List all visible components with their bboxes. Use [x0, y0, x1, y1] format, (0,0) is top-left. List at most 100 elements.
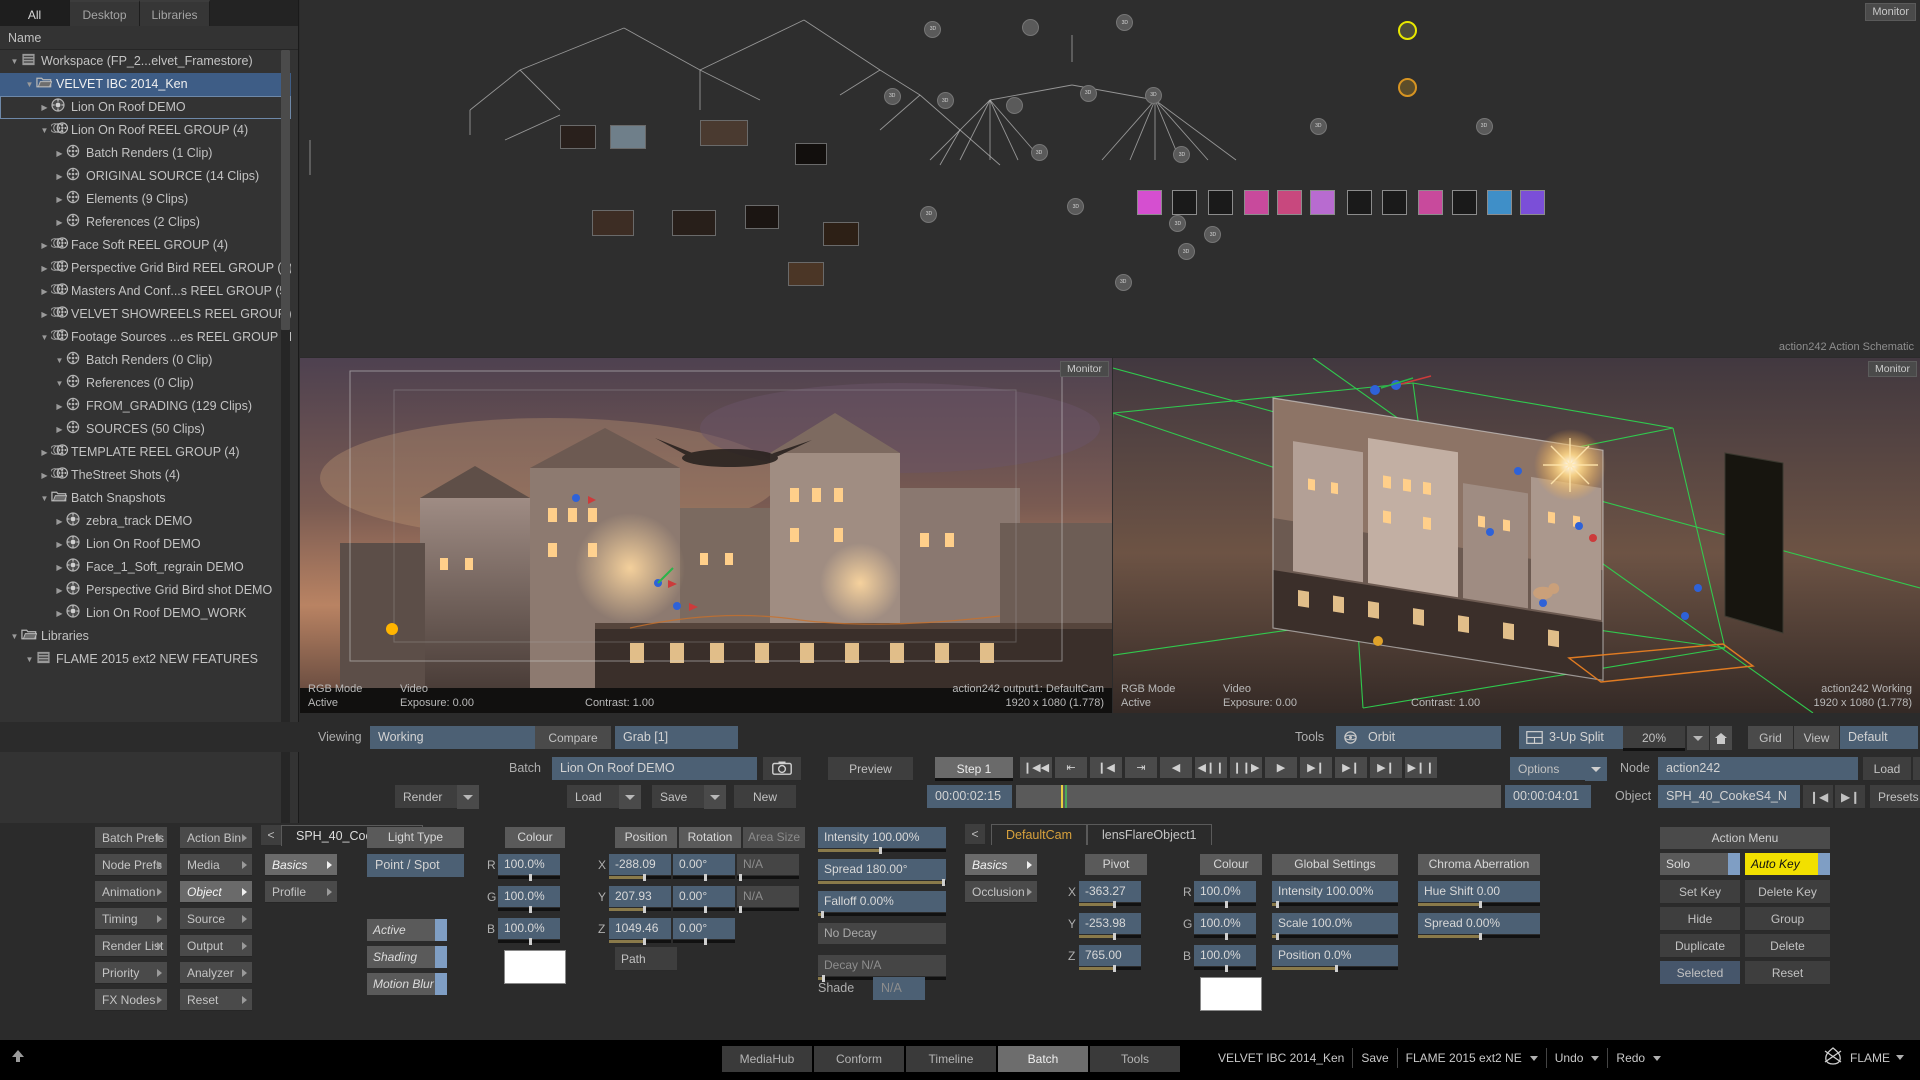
zoom-level[interactable]: 20% [1623, 726, 1685, 751]
undo-button[interactable]: Undo [1555, 1051, 1584, 1065]
media-tree[interactable]: ▼ Workspace (FP_2...elvet_Framestore) ▼ VEL… [0, 50, 291, 953]
batch-save-button[interactable]: Save [652, 785, 704, 809]
schematic-colour-node[interactable] [1277, 190, 1302, 215]
chevron-right-icon[interactable]: ▶ [53, 510, 66, 533]
group-button[interactable]: Group [1745, 907, 1830, 931]
flare-colour-r-slider[interactable]: 100.0% [1194, 881, 1256, 908]
param-menu-timing[interactable]: Timing [95, 908, 167, 930]
play-reverse-button[interactable]: ◀ [1160, 757, 1192, 779]
param-menu-basics[interactable]: Basics [265, 854, 337, 876]
param-menu-column-1[interactable]: Batch Prefs Node Prefs Animation Timing Rend… [95, 827, 167, 1016]
mode-tab-timeline[interactable]: Timeline [906, 1046, 996, 1072]
prev-clip-button[interactable]: ⇥ [1125, 757, 1157, 779]
schematic-thumbnail[interactable] [745, 205, 779, 229]
viewport-left-monitor-badge[interactable]: Monitor [1059, 361, 1109, 377]
path-button[interactable]: Path [615, 947, 677, 971]
schematic-node[interactable]: 3D [1309, 117, 1327, 135]
light-transform-sliders[interactable]: X -288.09 0.00° N/A Y 207.93 0.00° N/A Z 1049.46 0… [598, 854, 799, 950]
tree-item[interactable]: ▶ Perspective Grid Bird REEL GROUP (6) [0, 257, 291, 280]
position-x-slider[interactable]: -288.09 [609, 854, 671, 881]
schematic-colour-node[interactable] [1310, 190, 1335, 215]
tree-item[interactable]: ▼ FLAME 2015 ext2 NEW FEATURES [0, 648, 291, 671]
tab-desktop[interactable]: Desktop [70, 0, 140, 26]
param-menu-priority[interactable]: Priority [95, 962, 167, 984]
tab-back-icon[interactable]: < [261, 825, 281, 846]
schematic-thumbnail[interactable] [795, 143, 827, 165]
tree-item[interactable]: ▶ Face_1_Soft_regrain DEMO [0, 556, 291, 579]
undo-dropdown-icon[interactable] [1591, 1055, 1600, 1061]
schematic-colour-node[interactable] [1418, 190, 1443, 215]
rotation-z-slider[interactable]: 0.00° [673, 918, 735, 945]
tree-item[interactable]: ▼ Batch Snapshots [0, 487, 291, 510]
chevron-right-icon[interactable]: ▶ [53, 188, 66, 211]
mode-tabs[interactable]: MediaHub Conform Timeline Batch Tools [722, 1046, 1180, 1072]
load-dropdown-icon[interactable] [619, 785, 641, 809]
param-menu-fx-nodes[interactable]: FX Nodes [95, 989, 167, 1011]
param-menu-basics[interactable]: Basics [965, 854, 1037, 876]
schematic-node[interactable]: 3D [1079, 84, 1097, 102]
render-dropdown-icon[interactable] [457, 785, 479, 809]
tree-item[interactable]: ▼ Workspace (FP_2...elvet_Framestore) [0, 50, 291, 73]
next-keyframe-button[interactable]: ▶❙ [1370, 757, 1402, 779]
chroma-spread-slider[interactable]: Spread 0.00% [1418, 913, 1540, 940]
grid-button[interactable]: Grid [1748, 726, 1793, 750]
flare-colour-b-slider[interactable]: 100.0% [1194, 945, 1256, 972]
schematic-thumbnail[interactable] [823, 222, 859, 246]
pivot-x-slider[interactable]: -363.27 [1079, 881, 1141, 908]
tree-item[interactable]: ▼ Libraries [0, 625, 291, 648]
schematic-node[interactable]: 3D [920, 205, 938, 223]
render-button[interactable]: Render [395, 785, 457, 809]
monitor-badge[interactable]: Monitor [1865, 3, 1916, 21]
tree-item[interactable]: ▶ TEMPLATE REEL GROUP (4) [0, 441, 291, 464]
chevron-right-icon[interactable]: ▶ [53, 211, 66, 234]
schematic-colour-node[interactable] [1137, 190, 1162, 215]
schematic-thumbnail[interactable] [672, 210, 716, 236]
global-intensity-slider[interactable]: Intensity 100.00% [1272, 881, 1398, 908]
tree-item[interactable]: ▶ Elements (9 Clips) [0, 188, 291, 211]
app-dropdown-icon[interactable] [1896, 1055, 1904, 1060]
chevron-down-icon[interactable]: ▼ [53, 349, 66, 372]
action-schematic-view[interactable]: 3D 3D 3D 3D 3D 3D 3D 3D 3D 3D 3D 3D 3D 3D 3D 3D Monitor… [300, 0, 1920, 357]
schematic-thumbnail[interactable] [560, 125, 596, 149]
tree-item[interactable]: ▼ Lion On Roof REEL GROUP (4) [0, 119, 291, 142]
viewport-3d-perspective[interactable]: Monitor RGB Mode Active Video Exposure: … [1113, 358, 1920, 713]
selected-button[interactable]: Selected [1660, 961, 1740, 985]
set-key-button[interactable]: Set Key [1660, 880, 1740, 904]
chevron-right-icon[interactable]: ▶ [38, 280, 51, 303]
schematic-colour-node[interactable] [1244, 190, 1269, 215]
media-tree-scrollbar[interactable] [281, 50, 290, 953]
tree-item[interactable]: ▼ Batch Renders (0 Clip) [0, 349, 291, 372]
tree-item[interactable]: ▶ Perspective Grid Bird shot DEMO [0, 579, 291, 602]
falloff-slider[interactable]: Falloff 0.00% [818, 891, 946, 918]
next-clip-button[interactable]: ▶❙ [1335, 757, 1367, 779]
param-menu-column-2[interactable]: Action Bin Media Object Source Output Analyze… [180, 827, 252, 1016]
batch-name-input[interactable]: Lion On Roof DEMO [552, 757, 757, 780]
chevron-down-icon[interactable]: ▼ [23, 648, 36, 671]
schematic-node[interactable]: 3D [1177, 243, 1195, 261]
hide-button[interactable]: Hide [1660, 907, 1740, 931]
node-save-button[interactable]: Save [1913, 757, 1920, 781]
presets-button[interactable]: Presets [1870, 785, 1920, 809]
chevron-right-icon[interactable]: ▶ [53, 165, 66, 188]
shade-value[interactable]: N/A [873, 977, 925, 1000]
param-menu-action-bin[interactable]: Action Bin [180, 827, 252, 849]
param-menu-media[interactable]: Media [180, 854, 252, 876]
delete-key-button[interactable]: Delete Key [1745, 880, 1830, 904]
decay-mode-button[interactable]: No Decay [818, 923, 946, 944]
light-colour-b-slider[interactable]: 100.0% [498, 918, 560, 945]
tab-libraries[interactable]: Libraries [140, 0, 210, 26]
mode-tab-mediahub[interactable]: MediaHub [722, 1046, 812, 1072]
schematic-colour-node[interactable] [1452, 190, 1477, 215]
tab-all[interactable]: All [0, 0, 70, 26]
pivot-y-slider[interactable]: -253.98 [1079, 913, 1141, 940]
chevron-right-icon[interactable]: ▶ [38, 257, 51, 280]
light-colour-g-slider[interactable]: 100.0% [498, 886, 560, 913]
tree-item[interactable]: ▶ Lion On Roof DEMO [0, 96, 291, 119]
go-to-end-button[interactable]: ▶❙❙ [1405, 757, 1437, 779]
flare-chroma-sliders[interactable]: Hue Shift 0.00 Spread 0.00% [1418, 881, 1540, 945]
snapshot-camera-icon[interactable] [763, 757, 801, 781]
param-menu-reset[interactable]: Reset [180, 989, 252, 1011]
chevron-right-icon[interactable]: ▶ [53, 142, 66, 165]
reset-button[interactable]: Reset [1745, 961, 1830, 985]
tree-item[interactable]: ▶ Masters And Conf...s REEL GROUP (5) [0, 280, 291, 303]
